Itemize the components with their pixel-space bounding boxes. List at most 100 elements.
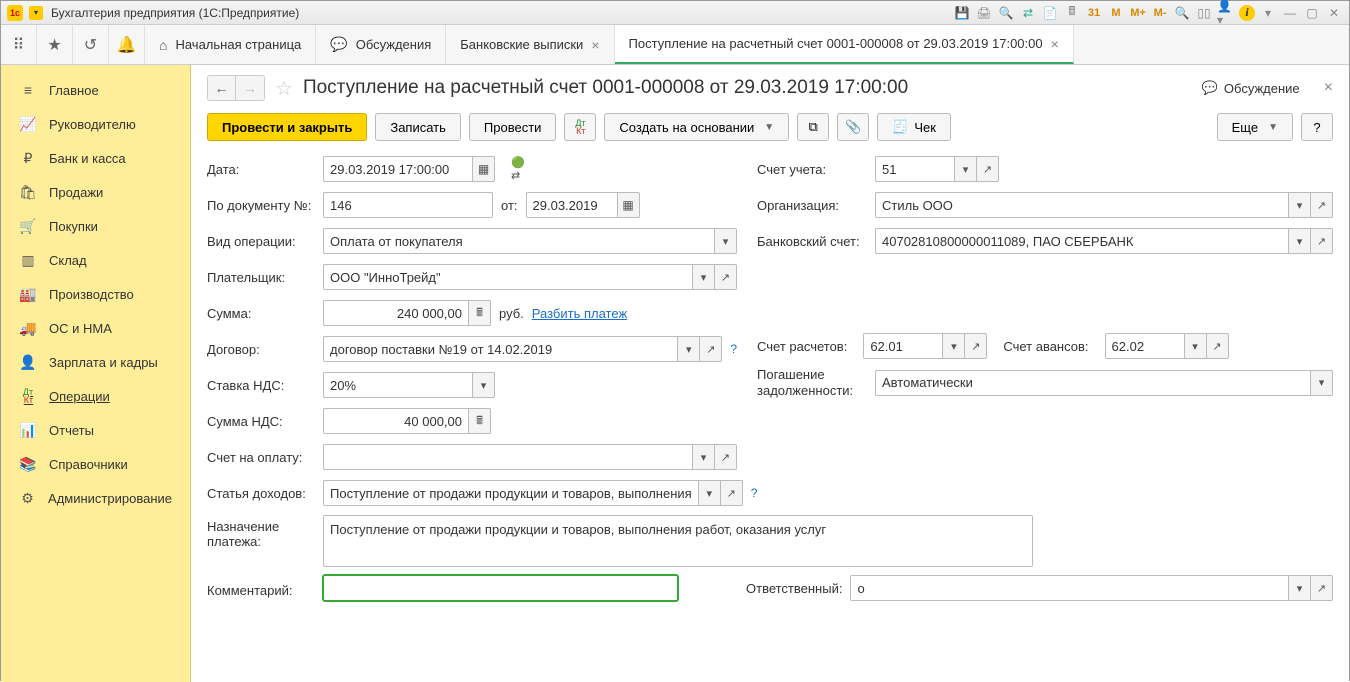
invoice-field[interactable] [323, 444, 693, 470]
sidebar-item-reports[interactable]: 📊Отчеты [1, 413, 190, 447]
dropdown-icon[interactable]: ▾ [473, 372, 495, 398]
dropdown-icon[interactable]: ▾ [1289, 575, 1311, 601]
nav-back-button[interactable]: ← [208, 76, 236, 100]
doc-no-field[interactable]: 146 [323, 192, 493, 218]
preview-icon[interactable]: 🔍 [997, 4, 1015, 22]
app-menu-dropdown[interactable]: ▾ [29, 6, 43, 20]
dropdown-icon[interactable]: ▾ [1289, 192, 1311, 218]
debt-repay-field[interactable]: Автоматически [875, 370, 1311, 396]
sidebar-item-operations[interactable]: ДтКтОперации [1, 379, 190, 413]
cheque-button[interactable]: 🧾Чек [877, 113, 951, 141]
open-ref-icon[interactable]: ↗ [1311, 192, 1333, 218]
favorite-star-icon[interactable]: ☆ [275, 76, 293, 101]
date-field[interactable]: 29.03.2019 17:00:00 [323, 156, 473, 182]
sidebar-item-catalogs[interactable]: 📚Справочники [1, 447, 190, 481]
dtkt-button[interactable]: ДтКт [564, 113, 596, 141]
payer-field[interactable]: ООО "ИнноТрейд" [323, 264, 693, 290]
doc-icon[interactable]: 📄 [1041, 4, 1059, 22]
tab-close-icon[interactable]: × [1051, 36, 1059, 52]
sum-field[interactable]: 240 000,00 [323, 300, 469, 326]
memory-m-icon[interactable]: M [1107, 4, 1125, 22]
dropdown-icon[interactable]: ▾ [693, 264, 715, 290]
sidebar-item-purchases[interactable]: 🛒Покупки [1, 209, 190, 243]
sidebar-item-manager[interactable]: 📈Руководителю [1, 107, 190, 141]
maximize-icon[interactable]: ▢ [1303, 4, 1321, 22]
sidebar-item-production[interactable]: 🏭Производство [1, 277, 190, 311]
open-ref-icon[interactable]: ↗ [1311, 228, 1333, 254]
discussion-button[interactable]: 💬 Обсуждение [1202, 80, 1300, 96]
refresh-order-icon[interactable]: 🟢⇄ [511, 156, 533, 182]
op-type-field[interactable]: Оплата от покупателя [323, 228, 715, 254]
responsible-field[interactable]: о [850, 575, 1289, 601]
income-item-field[interactable]: Поступление от продажи продукции и товар… [323, 480, 699, 506]
dropdown-icon[interactable]: ▾ [955, 156, 977, 182]
open-ref-icon[interactable]: ↗ [1311, 575, 1333, 601]
dropdown-icon[interactable]: ▾ [693, 444, 715, 470]
post-and-close-button[interactable]: Провести и закрыть [207, 113, 367, 141]
info-icon[interactable]: i [1239, 5, 1255, 21]
post-button[interactable]: Провести [469, 113, 557, 141]
print-icon[interactable]: 🖨 [975, 4, 993, 22]
calendar-picker-icon[interactable]: ▦ [473, 156, 495, 182]
history-icon[interactable]: ↺ [73, 25, 109, 64]
panels-icon[interactable]: ▯▯ [1195, 4, 1213, 22]
comment-field[interactable] [323, 575, 678, 601]
tab-document[interactable]: Поступление на расчетный счет 0001-00000… [615, 25, 1074, 64]
calc-icon[interactable]: 🖩 [1063, 4, 1081, 22]
sidebar-item-sales[interactable]: 🛍Продажи [1, 175, 190, 209]
sidebar-item-main[interactable]: ≡Главное [1, 73, 190, 107]
minimize-icon[interactable]: — [1281, 4, 1299, 22]
open-ref-icon[interactable]: ↗ [977, 156, 999, 182]
nav-forward-button[interactable]: → [236, 76, 264, 100]
sidebar-item-hr[interactable]: 👤Зарплата и кадры [1, 345, 190, 379]
settle-acct-field[interactable]: 62.01 [863, 333, 943, 359]
more-button[interactable]: Еще▼ [1217, 113, 1293, 141]
vat-sum-field[interactable]: 40 000,00 [323, 408, 469, 434]
open-ref-icon[interactable]: ↗ [715, 264, 737, 290]
save-button[interactable]: Записать [375, 113, 461, 141]
create-based-button[interactable]: Создать на основании▼ [604, 113, 789, 141]
dropdown-icon[interactable]: ▾ [678, 336, 700, 362]
dropdown-icon[interactable]: ▾ [943, 333, 965, 359]
contract-field[interactable]: договор поставки №19 от 14.02.2019 [323, 336, 678, 362]
close-document-icon[interactable]: × [1324, 79, 1333, 97]
favorites-star-icon[interactable]: ★ [37, 25, 73, 64]
tab-discussions[interactable]: 💬 Обсуждения [316, 25, 446, 64]
dropdown-icon[interactable]: ▾ [1289, 228, 1311, 254]
account-field[interactable]: 51 [875, 156, 955, 182]
user-icon[interactable]: 👤▾ [1217, 4, 1235, 22]
dropdown-icon[interactable]: ▾ [699, 480, 721, 506]
structure-button[interactable]: ⧉ [797, 113, 829, 141]
zoom-icon[interactable]: 🔍 [1173, 4, 1191, 22]
dropdown-icon[interactable]: ▾ [715, 228, 737, 254]
calendar-picker-icon[interactable]: ▦ [618, 192, 640, 218]
purpose-field[interactable] [323, 515, 1033, 567]
sidebar-item-bank[interactable]: ₽Банк и касса [1, 141, 190, 175]
attachment-button[interactable]: 📎 [837, 113, 869, 141]
open-ref-icon[interactable]: ↗ [1207, 333, 1229, 359]
advance-acct-field[interactable]: 62.02 [1105, 333, 1185, 359]
calendar-icon[interactable]: 31 [1085, 4, 1103, 22]
save-icon[interactable]: 💾 [953, 4, 971, 22]
open-ref-icon[interactable]: ↗ [965, 333, 987, 359]
comment-input[interactable] [330, 581, 671, 596]
compare-icon[interactable]: ⇄ [1019, 4, 1037, 22]
tab-close-icon[interactable]: × [591, 37, 599, 53]
sidebar-item-admin[interactable]: ⚙Администрирование [1, 481, 190, 515]
dropdown-icon[interactable]: ▾ [1311, 370, 1333, 396]
help-hint-icon[interactable]: ? [730, 342, 737, 356]
sidebar-item-assets[interactable]: 🚚ОС и НМА [1, 311, 190, 345]
tab-home[interactable]: ⌂ Начальная страница [145, 25, 316, 64]
help-button[interactable]: ? [1301, 113, 1333, 141]
doc-from-field[interactable]: 29.03.2019 [526, 192, 618, 218]
close-window-icon[interactable]: ✕ [1325, 4, 1343, 22]
split-payment-link[interactable]: Разбить платеж [532, 306, 627, 321]
open-ref-icon[interactable]: ↗ [715, 444, 737, 470]
vat-rate-field[interactable]: 20% [323, 372, 473, 398]
apps-grid-icon[interactable]: ⠿ [1, 25, 37, 64]
open-ref-icon[interactable]: ↗ [700, 336, 722, 362]
tab-bank-statements[interactable]: Банковские выписки × [446, 25, 614, 64]
bank-acct-field[interactable]: 40702810800000011089, ПАО СБЕРБАНК [875, 228, 1289, 254]
notifications-bell-icon[interactable]: 🔔 [109, 25, 145, 64]
org-field[interactable]: Стиль ООО [875, 192, 1289, 218]
